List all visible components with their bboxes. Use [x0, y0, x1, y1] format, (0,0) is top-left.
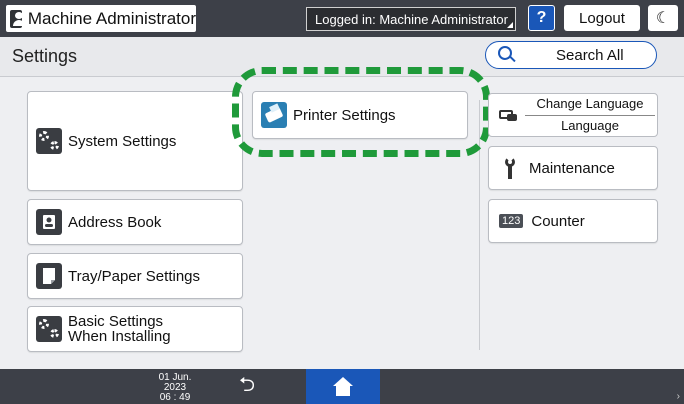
back-button[interactable]: ⮌ — [232, 374, 262, 399]
login-status-text: Logged in: Machine Administrator — [315, 11, 508, 27]
basic-settings-when-installing-button[interactable]: Basic Settings When Installing — [27, 306, 243, 352]
address-book-icon — [36, 209, 62, 235]
search-all-label: Search All — [556, 46, 624, 64]
login-status[interactable]: Logged in: Machine Administrator — [306, 7, 516, 31]
user-label: Machine Administrator — [27, 8, 196, 28]
counter-button[interactable]: 123 Counter — [488, 199, 658, 243]
printer-settings-highlight — [232, 67, 490, 157]
wrench-icon — [503, 157, 517, 179]
page-title: Settings — [12, 46, 78, 66]
address-book-label: Address Book — [68, 213, 162, 231]
energy-saver-button[interactable]: ☾ — [648, 5, 678, 31]
basic-settings-label: Basic Settings When Installing — [68, 314, 171, 344]
date-time: 01 Jun. 2023 06 : 49 — [150, 373, 200, 403]
time-text: 06 : 49 — [159, 392, 191, 403]
language-label: Language — [561, 118, 619, 133]
user-button[interactable]: Machine Administrator — [6, 5, 196, 32]
language-icon — [499, 108, 517, 122]
basic-settings-line2: When Installing — [68, 328, 171, 345]
corner-triangle-icon — [507, 22, 513, 28]
logout-button[interactable]: Logout — [564, 5, 640, 31]
change-language-label: Change Language — [536, 96, 644, 111]
change-language-button[interactable]: Change Language Language — [488, 93, 658, 137]
user-icon — [10, 9, 25, 28]
logout-label: Logout — [579, 9, 625, 27]
tray-paper-settings-label: Tray/Paper Settings — [68, 267, 201, 285]
home-icon — [332, 376, 354, 397]
gears-icon — [36, 128, 62, 154]
moon-icon: ☾ — [655, 10, 671, 27]
bottom-bar: 01 Jun. 2023 06 : 49 ⮌ › — [0, 369, 684, 404]
system-settings-label: System Settings — [68, 132, 177, 150]
paper-icon — [36, 263, 62, 289]
top-bar: Machine Administrator Logged in: Machine… — [0, 0, 684, 37]
settings-screen: Machine Administrator Logged in: Machine… — [0, 0, 684, 404]
maintenance-label: Maintenance — [529, 159, 615, 177]
help-label: ? — [536, 9, 547, 26]
home-button[interactable] — [306, 369, 380, 404]
scroll-indicator-icon: › — [676, 391, 680, 402]
language-divider — [525, 115, 655, 116]
system-settings-button[interactable]: System Settings — [27, 91, 243, 191]
maintenance-button[interactable]: Maintenance — [488, 146, 658, 190]
gears-icon — [36, 316, 62, 342]
back-arrow-icon: ⮌ — [238, 374, 256, 396]
tray-paper-settings-button[interactable]: Tray/Paper Settings — [27, 253, 243, 299]
address-book-button[interactable]: Address Book — [27, 199, 243, 245]
date-text: 01 Jun. 2023 — [158, 372, 192, 393]
search-all-button[interactable]: Search All — [485, 41, 657, 69]
counter-icon: 123 — [499, 214, 524, 228]
search-icon — [498, 46, 516, 64]
help-button[interactable]: ? — [528, 5, 555, 31]
counter-label: Counter — [531, 212, 585, 230]
